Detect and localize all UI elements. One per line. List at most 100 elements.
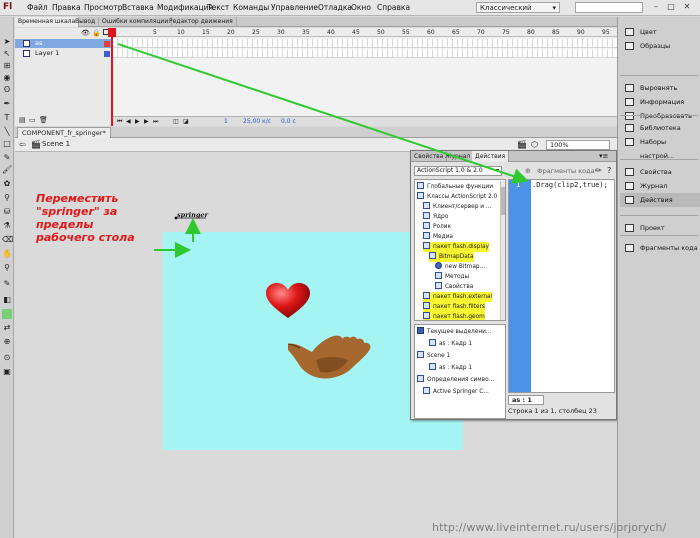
menu-help[interactable]: Справка bbox=[377, 3, 410, 12]
maximize-button[interactable]: □ bbox=[666, 2, 676, 12]
paint-bucket-tool-icon[interactable]: ⛁ bbox=[2, 207, 12, 217]
edit-symbol-icon[interactable]: ⬡ bbox=[531, 140, 538, 149]
tree-item[interactable]: Клиент/сервер и ... bbox=[423, 202, 491, 212]
script-navigator[interactable]: Текущее выделени... as : Кадр 1 Scene 1 as … bbox=[414, 324, 506, 419]
dock-panel-button[interactable]: Информация bbox=[620, 95, 700, 109]
dock-panel-button[interactable]: Наборы настрой... bbox=[620, 135, 700, 160]
code-snippets-icon[interactable]: ⊕ bbox=[525, 167, 531, 175]
tree-scrollbar[interactable] bbox=[500, 181, 505, 320]
zoom-tool-icon[interactable]: ⚲ bbox=[2, 263, 12, 273]
navigator-item[interactable]: Active Springer C... bbox=[423, 387, 489, 397]
option2-icon[interactable]: ▣ bbox=[2, 367, 12, 377]
line-tool-icon[interactable]: ╲ bbox=[2, 127, 12, 137]
eye-icon[interactable]: 👁 bbox=[81, 29, 90, 37]
scroll-thumb[interactable] bbox=[501, 187, 505, 215]
menu-edit[interactable]: Правка bbox=[52, 3, 81, 12]
tree-item[interactable]: Методы bbox=[435, 272, 469, 282]
navigator-item[interactable]: Scene 1 bbox=[417, 351, 450, 361]
pen-tool-icon[interactable]: ✒ bbox=[2, 99, 12, 109]
frame-ruler[interactable]: 5 10 15 20 25 30 35 40 45 50 55 60 65 70… bbox=[113, 28, 617, 37]
back-arrow-icon[interactable]: ⇦ bbox=[19, 140, 26, 149]
selection-tool-icon[interactable]: ➤ bbox=[2, 37, 12, 47]
code-snippets-button[interactable]: Фрагменты кода bbox=[537, 167, 595, 175]
dock-panel-button[interactable]: Цвет bbox=[620, 25, 700, 39]
actions-tree[interactable]: Глобальные функции Классы ActionScript 2.… bbox=[414, 179, 506, 321]
tab-history[interactable]: Журнал bbox=[442, 151, 475, 162]
new-folder-icon[interactable]: ▭ bbox=[29, 116, 36, 124]
navigator-item[interactable]: Определения симво... bbox=[417, 375, 494, 385]
menu-view[interactable]: Просмотр bbox=[84, 3, 123, 12]
dock-panel-button[interactable]: Образцы bbox=[620, 39, 700, 53]
help-search-input[interactable] bbox=[575, 2, 643, 13]
rectangle-tool-icon[interactable]: □ bbox=[2, 139, 12, 149]
close-button[interactable]: ✕ bbox=[682, 2, 692, 12]
tree-item[interactable]: пакет flash.filters bbox=[423, 302, 485, 312]
snap-icon[interactable]: ⊕ bbox=[2, 337, 12, 347]
lasso-tool-icon[interactable]: ʘ bbox=[2, 85, 12, 95]
dock-panel-button[interactable]: Проект bbox=[620, 221, 700, 235]
document-tab[interactable]: COMPONENT_fr_springer* bbox=[17, 127, 111, 138]
tab-motion-editor[interactable]: Редактор движения bbox=[166, 17, 237, 27]
onion-skin-icon[interactable]: ◫ bbox=[173, 117, 179, 127]
step-forward-icon[interactable]: ▶ bbox=[144, 117, 149, 127]
tab-timeline[interactable]: Временная шкала bbox=[15, 17, 80, 27]
frame-rate[interactable]: 25,00 к/с bbox=[243, 117, 271, 127]
hand-graphic[interactable] bbox=[286, 330, 376, 380]
tree-item[interactable]: пакет flash.geom bbox=[423, 312, 485, 320]
minimize-button[interactable]: – bbox=[651, 2, 661, 12]
go-first-icon[interactable]: ⏮ bbox=[117, 117, 122, 127]
brush-tool-icon[interactable]: 🖌 bbox=[2, 165, 12, 175]
tree-item[interactable]: пакет flash.external bbox=[423, 292, 493, 302]
dock-panel-button[interactable]: Библиотека bbox=[620, 121, 700, 135]
option-icon[interactable]: ⊙ bbox=[2, 353, 12, 363]
heart-graphic[interactable] bbox=[264, 282, 312, 320]
menu-text[interactable]: Текст bbox=[207, 3, 229, 12]
tab-output[interactable]: Вывод bbox=[72, 17, 100, 27]
dock-panel-button[interactable]: Фрагменты кода bbox=[620, 241, 700, 255]
eraser-tool-icon[interactable]: ⌫ bbox=[2, 235, 13, 245]
go-last-icon[interactable]: ⏭ bbox=[153, 117, 158, 127]
tree-item[interactable]: Глобальные функции bbox=[417, 182, 493, 192]
fill-color-icon[interactable]: ◧ bbox=[2, 295, 12, 305]
tree-item[interactable]: Медиа bbox=[423, 232, 453, 242]
delete-layer-icon[interactable]: 🗑 bbox=[39, 116, 48, 124]
help-icon[interactable]: ? bbox=[607, 166, 611, 175]
tab-actions[interactable]: Действия bbox=[472, 151, 510, 162]
play-icon[interactable]: ▶ bbox=[135, 117, 140, 127]
tree-item[interactable]: new Bitmap... bbox=[435, 262, 485, 272]
navigator-item[interactable]: Текущее выделени... bbox=[417, 327, 491, 337]
menu-commands[interactable]: Команды bbox=[233, 3, 269, 12]
stroke-color-icon[interactable]: ✎ bbox=[2, 279, 12, 289]
navigator-item[interactable]: as : Кадр 1 bbox=[429, 339, 472, 349]
dock-panel-button[interactable]: Свойства bbox=[620, 165, 700, 179]
panel-menu-icon[interactable]: ▾≡ bbox=[599, 152, 608, 160]
frame-grid[interactable]: 5 10 15 20 25 30 35 40 45 50 55 60 65 70… bbox=[113, 28, 617, 126]
onion-outline-icon[interactable]: ◪ bbox=[183, 117, 189, 127]
3d-rotation-tool-icon[interactable]: ◉ bbox=[2, 73, 12, 83]
dock-panel-button[interactable]: Журнал bbox=[620, 179, 700, 193]
tree-item[interactable]: Ролик bbox=[423, 222, 451, 232]
script-editor[interactable]: 1 .Drag(clip2,true); bbox=[508, 179, 615, 393]
tab-compiler-errors[interactable]: Ошибки компиляции bbox=[99, 17, 173, 27]
actionscript-version-select[interactable]: ActionScript 1.0 & 2.0 ▾ bbox=[414, 166, 502, 176]
eyedropper-tool-icon[interactable]: ⚗ bbox=[2, 221, 12, 231]
pencil-tool-icon[interactable]: ✎ bbox=[2, 153, 12, 163]
script-tab[interactable]: as : 1 bbox=[508, 395, 544, 405]
tree-item[interactable]: Классы ActionScript 2.0 bbox=[417, 192, 497, 202]
hand-tool-icon[interactable]: ✋ bbox=[2, 249, 12, 259]
free-transform-tool-icon[interactable]: ⊞ bbox=[2, 61, 12, 71]
pencil-icon[interactable]: ✏ bbox=[595, 166, 602, 175]
frame-row[interactable] bbox=[113, 49, 617, 58]
dock-panel-button[interactable]: Выровнять bbox=[620, 81, 700, 95]
menu-modify[interactable]: Модификация bbox=[157, 3, 213, 12]
subselection-tool-icon[interactable]: ↖ bbox=[2, 49, 12, 59]
tree-item[interactable]: BitmapData bbox=[429, 252, 474, 262]
current-frame[interactable]: 1 bbox=[224, 117, 228, 127]
text-tool-icon[interactable]: T bbox=[2, 113, 12, 123]
workspace-switcher[interactable]: Классический ▾ bbox=[476, 2, 560, 13]
menu-debug[interactable]: Отладка bbox=[318, 3, 352, 12]
code-text[interactable]: .Drag(clip2,true); bbox=[532, 181, 608, 189]
deco-tool-icon[interactable]: ✿ bbox=[2, 179, 12, 189]
dock-panel-button[interactable]: Действия bbox=[620, 193, 700, 207]
swap-colors-icon[interactable]: ⇄ bbox=[2, 323, 12, 333]
